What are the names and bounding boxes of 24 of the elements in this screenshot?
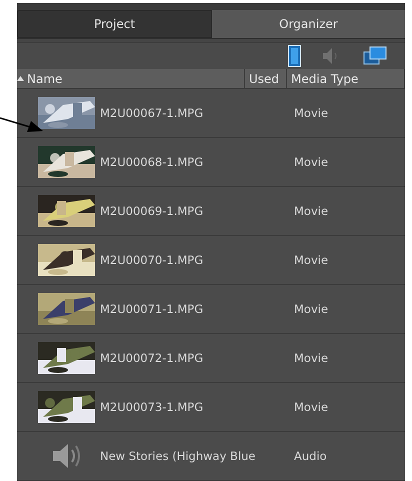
file-name: M2U00067-1.MPG	[100, 106, 204, 120]
media-type: Movie	[294, 351, 328, 365]
file-name: M2U00068-1.MPG	[100, 155, 204, 169]
file-name: M2U00070-1.MPG	[100, 253, 204, 267]
file-name: New Stories (Highway Blue	[100, 449, 257, 463]
tab[interactable]: Organizer	[212, 10, 405, 38]
column-header[interactable]: Media Type	[291, 72, 358, 86]
column-header[interactable]: Used	[249, 72, 280, 86]
tab[interactable]: Project	[17, 10, 212, 38]
file-name: M2U00073-1.MPG	[100, 400, 204, 414]
media-type: Movie	[294, 400, 328, 414]
media-type: Audio	[294, 449, 327, 463]
film-strip-button[interactable]	[288, 44, 301, 67]
speaker-icon	[50, 441, 82, 471]
file-name: M2U00071-1.MPG	[100, 302, 204, 316]
file-name: M2U00072-1.MPG	[100, 351, 204, 365]
media-type: Movie	[294, 204, 328, 218]
media-type: Movie	[294, 302, 328, 316]
column-header[interactable]: Name	[27, 72, 62, 86]
monitors-button[interactable]	[363, 46, 387, 66]
media-type: Movie	[294, 106, 328, 120]
media-type: Movie	[294, 155, 328, 169]
media-type: Movie	[294, 253, 328, 267]
file-name: M2U00069-1.MPG	[100, 204, 204, 218]
